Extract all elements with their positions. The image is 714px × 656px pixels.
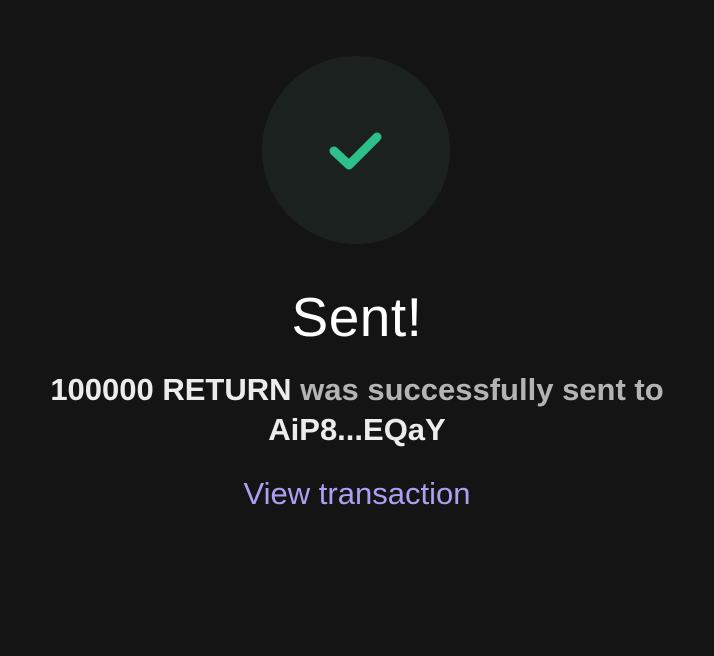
transaction-sent-screen: Sent! 100000 RETURN was successfully sen… [0,0,714,656]
sent-amount: 100000 RETURN [50,372,292,407]
success-indicator [262,56,450,244]
view-transaction-link[interactable]: View transaction [0,474,714,514]
status-title: Sent! [291,286,423,348]
checkmark-icon [329,132,382,170]
recipient-address: AiP8...EQaY [268,412,446,447]
sent-to-text: was successfully sent to [291,372,664,407]
status-message: 100000 RETURN was successfully sent to A… [0,370,714,450]
